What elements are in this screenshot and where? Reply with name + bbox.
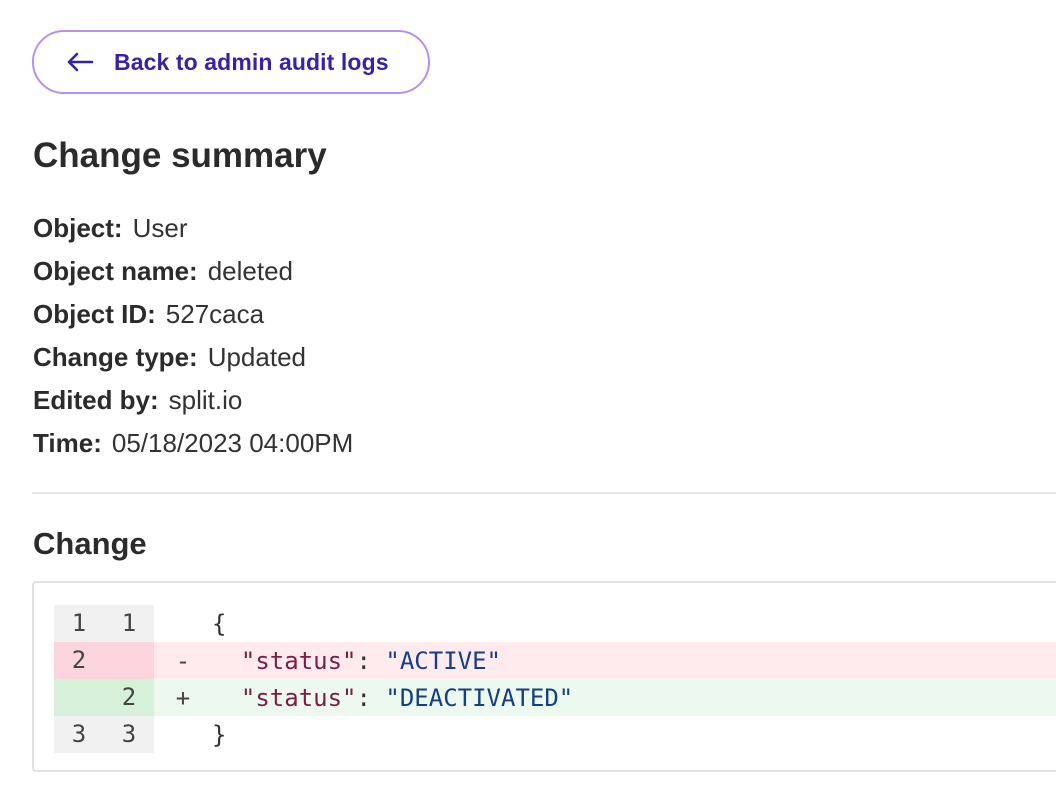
change-title: Change — [33, 526, 147, 561]
diff-viewer[interactable]: 1 1 { 2 - "status": "ACTIVE" 2 + "status… — [32, 581, 1056, 772]
field-value: 527caca — [165, 299, 265, 329]
old-line-number: 3 — [54, 716, 104, 753]
diff-code: "status": "ACTIVE" — [212, 647, 501, 675]
diff-sign: - — [175, 646, 191, 675]
field-key: Object ID: — [33, 299, 156, 329]
summary-field-edited-by: Edited by: split.io — [33, 379, 353, 422]
summary-field-change-type: Change type: Updated — [33, 336, 353, 379]
code-colon: : — [356, 646, 371, 675]
code-value: "ACTIVE" — [385, 646, 501, 675]
field-key: Edited by: — [33, 385, 159, 415]
diff-code: { — [212, 610, 226, 638]
field-key: Time: — [33, 428, 102, 458]
diff-line-context: 3 3 } — [54, 716, 1056, 753]
new-line-number: 3 — [104, 716, 154, 753]
change-summary-title: Change summary — [33, 136, 327, 175]
summary-field-object: Object: User — [33, 207, 353, 250]
field-key: Change type: — [33, 342, 198, 372]
summary-field-time: Time: 05/18/2023 04:00PM — [33, 422, 353, 465]
section-divider — [32, 492, 1056, 494]
diff-line-context: 1 1 { — [54, 605, 1056, 642]
code-colon: : — [356, 683, 371, 712]
old-line-number: 2 — [54, 642, 104, 679]
diff-code: "status": "DEACTIVATED" — [212, 684, 573, 712]
summary-field-object-id: Object ID: 527caca — [33, 293, 353, 336]
field-value: Updated — [207, 342, 306, 372]
new-line-number — [104, 642, 154, 679]
field-value: split.io — [168, 385, 243, 415]
code-value: "DEACTIVATED" — [385, 683, 574, 712]
diff-line-added: 2 + "status": "DEACTIVATED" — [54, 679, 1056, 716]
new-line-number: 1 — [104, 605, 154, 642]
code-brace: } — [212, 720, 227, 749]
field-key: Object name: — [33, 256, 198, 286]
arrow-left-icon — [67, 52, 94, 72]
old-line-number — [54, 679, 104, 716]
code-brace: { — [212, 609, 227, 638]
old-line-number: 1 — [54, 605, 104, 642]
back-button-label: Back to admin audit logs — [114, 48, 389, 75]
back-to-audit-logs-button[interactable]: Back to admin audit logs — [32, 30, 430, 94]
field-value: deleted — [207, 256, 294, 286]
diff-sign: + — [175, 683, 191, 712]
code-key: "status" — [240, 683, 357, 712]
diff-line-removed: 2 - "status": "ACTIVE" — [54, 642, 1056, 679]
audit-log-detail-page: Back to admin audit logs Change summary … — [0, 0, 1056, 788]
new-line-number: 2 — [104, 679, 154, 716]
diff-code: } — [212, 721, 226, 749]
change-summary-fields: Object: User Object name: deleted Object I… — [33, 207, 353, 465]
field-value: 05/18/2023 04:00PM — [111, 428, 354, 458]
field-key: Object: — [33, 213, 123, 243]
diff-lines: 1 1 { 2 - "status": "ACTIVE" 2 + "status… — [54, 605, 1056, 753]
code-key: "status" — [240, 646, 357, 675]
field-value: User — [132, 213, 188, 243]
summary-field-object-name: Object name: deleted — [33, 250, 353, 293]
